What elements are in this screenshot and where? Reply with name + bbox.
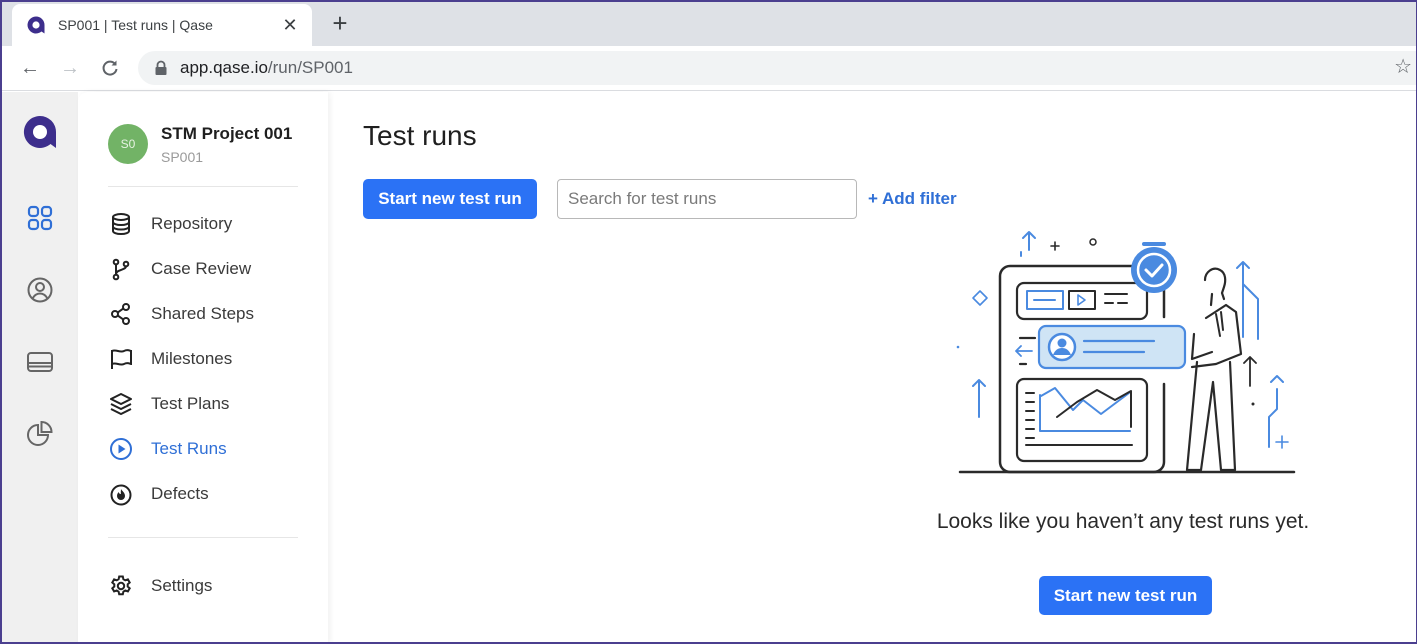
- project-avatar: S0: [108, 124, 148, 164]
- sidebar-item-label: Test Plans: [151, 394, 230, 413]
- share-icon: [108, 301, 134, 327]
- project-sidebar: S0 STM Project 001 SP001 Repository Case…: [78, 92, 328, 642]
- forward-button[interactable]: →: [56, 54, 84, 82]
- sidebar-item-label: Repository: [151, 214, 233, 233]
- empty-state-message: Looks like you haven’t any test runs yet…: [936, 510, 1310, 533]
- empty-state-illustration: [956, 231, 1296, 474]
- sidebar-item-label: Shared Steps: [151, 304, 255, 323]
- browser-window: SP001 | Test runs | Qase ✕ + ← → app.qas…: [0, 0, 1417, 644]
- empty-state-start-button[interactable]: Start new test run: [1039, 576, 1212, 615]
- sidebar-divider: [108, 186, 298, 187]
- sidebar-item-shared-steps[interactable]: Shared Steps: [108, 299, 308, 329]
- start-new-test-run-button[interactable]: Start new test run: [363, 179, 537, 219]
- url-text: app.qase.io/run/SP001: [180, 58, 353, 78]
- sidebar-item-label: Defects: [151, 484, 209, 503]
- gear-icon: [108, 573, 134, 599]
- sidebar-item-test-plans[interactable]: Test Plans: [108, 389, 308, 419]
- qase-logo-icon[interactable]: [22, 114, 58, 150]
- address-bar[interactable]: app.qase.io/run/SP001: [138, 51, 1416, 85]
- add-filter-link[interactable]: + Add filter: [868, 189, 957, 209]
- play-circle-icon: [108, 436, 134, 462]
- sidebar-item-label: Milestones: [151, 349, 233, 368]
- sidebar-item-case-review[interactable]: Case Review: [108, 254, 308, 284]
- flag-icon: [108, 346, 134, 372]
- search-input[interactable]: [557, 179, 857, 219]
- global-rail: [2, 92, 78, 642]
- page-title: Test runs: [363, 120, 477, 151]
- reload-icon: [102, 60, 118, 76]
- project-header[interactable]: S0 STM Project 001 SP001: [108, 124, 292, 165]
- sidebar-item-defects[interactable]: Defects: [108, 479, 308, 509]
- back-button[interactable]: ←: [16, 54, 44, 82]
- projects-icon[interactable]: [26, 204, 54, 232]
- lock-icon: [155, 60, 167, 75]
- sidebar-item-label: Test Runs: [151, 439, 227, 458]
- sidebar-item-repository[interactable]: Repository: [108, 209, 308, 239]
- tab-title: SP001 | Test runs | Qase: [58, 17, 213, 33]
- project-name: STM Project 001: [161, 124, 293, 143]
- new-tab-button[interactable]: +: [326, 10, 354, 38]
- qase-favicon-icon: [27, 16, 45, 34]
- project-code: SP001: [161, 149, 204, 165]
- url-path: /run/SP001: [267, 58, 353, 77]
- close-icon[interactable]: ✕: [280, 15, 300, 36]
- main-content: Test runs Start new test run + Add filte…: [328, 92, 1416, 642]
- sidebar-item-label: Settings: [151, 576, 213, 595]
- database-icon: [108, 211, 134, 237]
- sidebar-item-test-runs[interactable]: Test Runs: [108, 434, 308, 464]
- bookmark-star-icon[interactable]: ☆: [1394, 54, 1412, 79]
- tab-strip: SP001 | Test runs | Qase ✕ +: [2, 2, 1416, 46]
- browser-toolbar: ← → app.qase.io/run/SP001 ☆: [2, 46, 1416, 91]
- app-root: S0 STM Project 001 SP001 Repository Case…: [2, 92, 1416, 642]
- reload-button[interactable]: [96, 54, 124, 82]
- sidebar-item-milestones[interactable]: Milestones: [108, 344, 308, 374]
- branch-icon: [108, 256, 134, 282]
- sidebar-item-settings[interactable]: Settings: [108, 571, 308, 601]
- url-host: app.qase.io: [180, 58, 268, 77]
- browser-tab[interactable]: SP001 | Test runs | Qase ✕: [12, 4, 312, 46]
- sidebar-item-label: Case Review: [151, 259, 252, 278]
- fire-icon: [108, 481, 134, 507]
- reports-icon[interactable]: [26, 420, 54, 448]
- profile-icon[interactable]: [26, 276, 54, 304]
- workspace-icon[interactable]: [26, 348, 54, 376]
- sidebar-divider: [108, 537, 298, 538]
- layers-icon: [108, 391, 134, 417]
